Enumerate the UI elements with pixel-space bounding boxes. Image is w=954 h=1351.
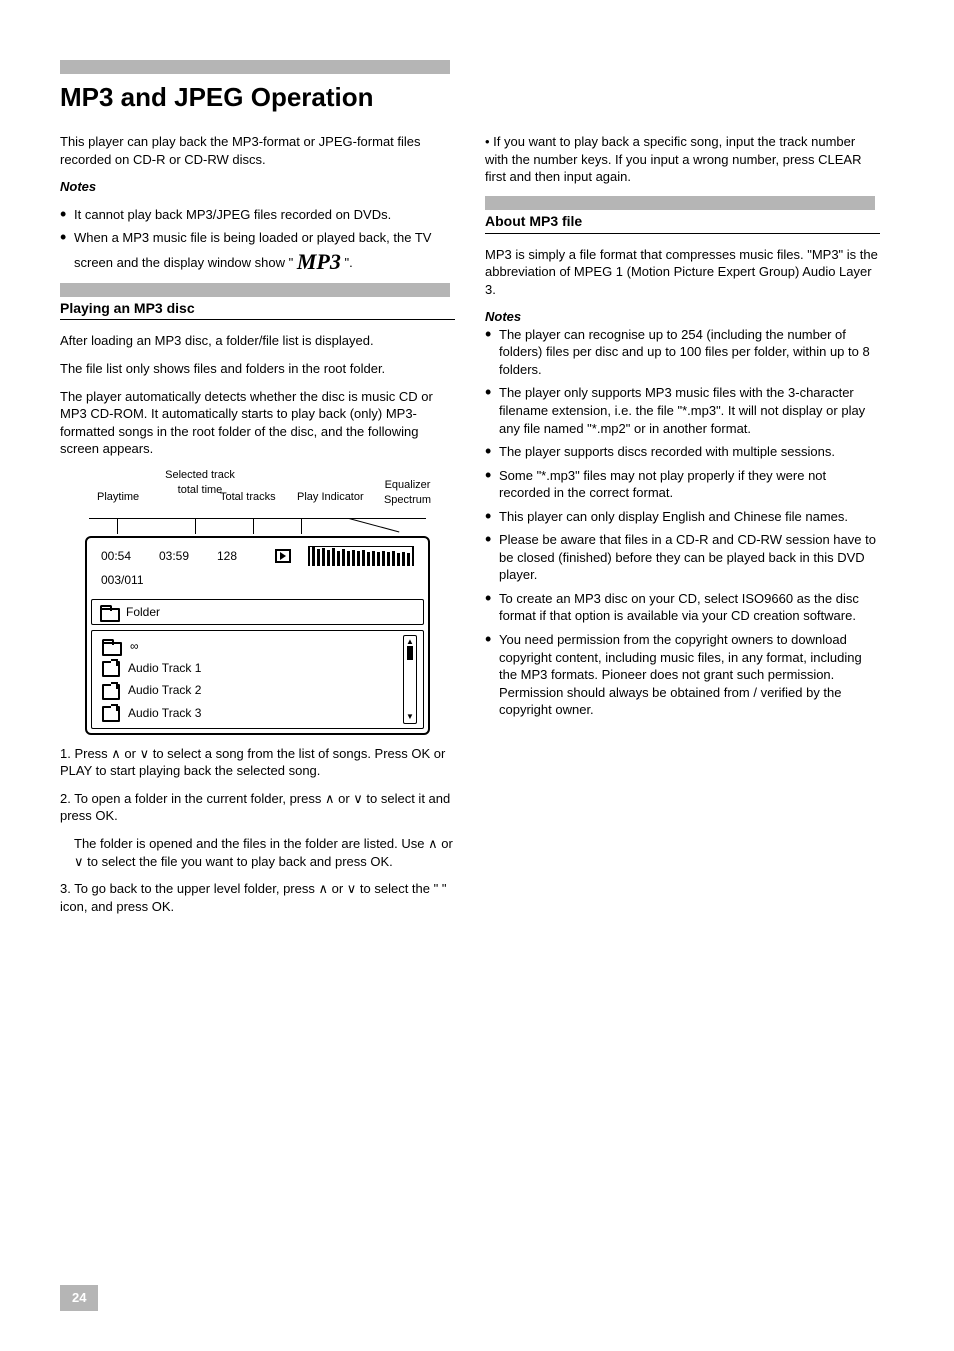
bullet-icon: • (485, 384, 499, 399)
note-1-text: It cannot play back MP3/JPEG files recor… (74, 206, 455, 224)
status-track-position: 003/011 (101, 572, 414, 588)
folder-icon (100, 605, 118, 619)
current-folder-bar: Folder (91, 599, 424, 625)
mp3-player-diagram: Playtime Selected track total time Total… (85, 468, 430, 735)
file-icon (102, 706, 118, 720)
note-1: • It cannot play back MP3/JPEG files rec… (60, 206, 455, 224)
label-equalizer: Equalizer Spectrum (380, 478, 435, 508)
step-1: 1. Press ∧ or ∨ to select a song from th… (60, 745, 455, 780)
list-item[interactable]: Audio Track 2 (98, 679, 397, 701)
equalizer-spectrum (308, 546, 414, 566)
note-2-text: When a MP3 music file is being loaded or… (74, 229, 455, 276)
rnote-5: • This player can only display English a… (485, 508, 880, 526)
rnote-1: • The player can recognise up to 254 (in… (485, 326, 880, 379)
bullet-icon: • (485, 631, 499, 646)
p3: The player automatically detects whether… (60, 388, 455, 458)
section-heading-play-mp3: Playing an MP3 disc (60, 283, 455, 321)
bullet-icon: • (485, 508, 499, 523)
track-name: Audio Track 1 (128, 660, 201, 676)
p1: After loading an MP3 disc, a folder/file… (60, 332, 455, 350)
step-2: 2. To open a folder in the current folde… (60, 790, 455, 825)
rnote-3: • The player supports discs recorded wit… (485, 443, 880, 461)
list-item[interactable]: Audio Track 3 (98, 702, 397, 724)
page-title: MP3 and JPEG Operation (60, 80, 894, 115)
right-column: • If you want to play back a specific so… (485, 133, 880, 925)
scroll-up-icon[interactable]: ▲ (406, 638, 414, 646)
list-scrollbar[interactable]: ▲ ▼ (403, 635, 417, 724)
label-total-tracks: Total tracks (220, 490, 276, 505)
rnote-7: • To create an MP3 disc on your CD, sele… (485, 590, 880, 625)
rnote-8: • You need permission from the copyright… (485, 631, 880, 719)
bullet-icon: • (485, 467, 499, 482)
bullet-icon: • (485, 326, 499, 341)
player-frame: 00:54 03:59 128 (85, 536, 430, 735)
player-status-area: 00:54 03:59 128 (91, 542, 424, 594)
play-indicator-icon (275, 549, 291, 563)
status-playtime: 00:54 (101, 548, 159, 564)
rnote-2: • The player only supports MP3 music fil… (485, 384, 880, 437)
folder-label: Folder (126, 604, 160, 620)
diagram-labels: Playtime Selected track total time Total… (85, 468, 430, 518)
label-playtime: Playtime (97, 490, 139, 505)
file-list-box: ∞ Audio Track 1 Audio Track 2 (91, 630, 424, 729)
step-2b: The folder is opened and the files in th… (60, 835, 455, 870)
bullet-icon: • (60, 229, 74, 244)
notes-head: Notes (60, 178, 455, 196)
scroll-down-icon[interactable]: ▼ (406, 713, 414, 721)
root-symbol: ∞ (130, 638, 139, 654)
connector-lines (89, 518, 426, 536)
rnote-6: • Please be aware that files in a CD-R a… (485, 531, 880, 584)
list-item[interactable]: Audio Track 1 (98, 657, 397, 679)
bullet-icon: • (485, 531, 499, 546)
status-totaltracks: 128 (217, 548, 255, 564)
step-3: 3. To go back to the upper level folder,… (60, 880, 455, 915)
notes-heading: Notes (485, 308, 880, 326)
mp3-display-icon: MP3 (297, 247, 341, 277)
track-name: Audio Track 3 (128, 705, 201, 721)
file-icon (102, 684, 118, 698)
folder-up-icon (102, 639, 120, 653)
bullet-icon: • (485, 590, 499, 605)
status-totaltime: 03:59 (159, 548, 217, 564)
bullet-icon: • (60, 206, 74, 221)
top-gray-bar (60, 60, 450, 74)
left-column: This player can play back the MP3-format… (60, 133, 455, 925)
track-name: Audio Track 2 (128, 682, 201, 698)
page-number: 24 (60, 1285, 98, 1311)
section-heading-about-mp3: About MP3 file (485, 196, 880, 234)
bullet-icon: • (485, 443, 499, 458)
tip-text: • If you want to play back a specific so… (485, 133, 880, 186)
scroll-thumb[interactable] (407, 646, 413, 660)
about-mp3-desc: MP3 is simply a file format that compres… (485, 246, 880, 299)
note-2: • When a MP3 music file is being loaded … (60, 229, 455, 276)
p2: The file list only shows files and folde… (60, 360, 455, 378)
intro-text: This player can play back the MP3-format… (60, 133, 455, 168)
label-play-indicator: Play Indicator (297, 490, 364, 505)
list-item-root[interactable]: ∞ (98, 635, 397, 657)
file-icon (102, 661, 118, 675)
rnote-4: • Some "*.mp3" files may not play proper… (485, 467, 880, 502)
